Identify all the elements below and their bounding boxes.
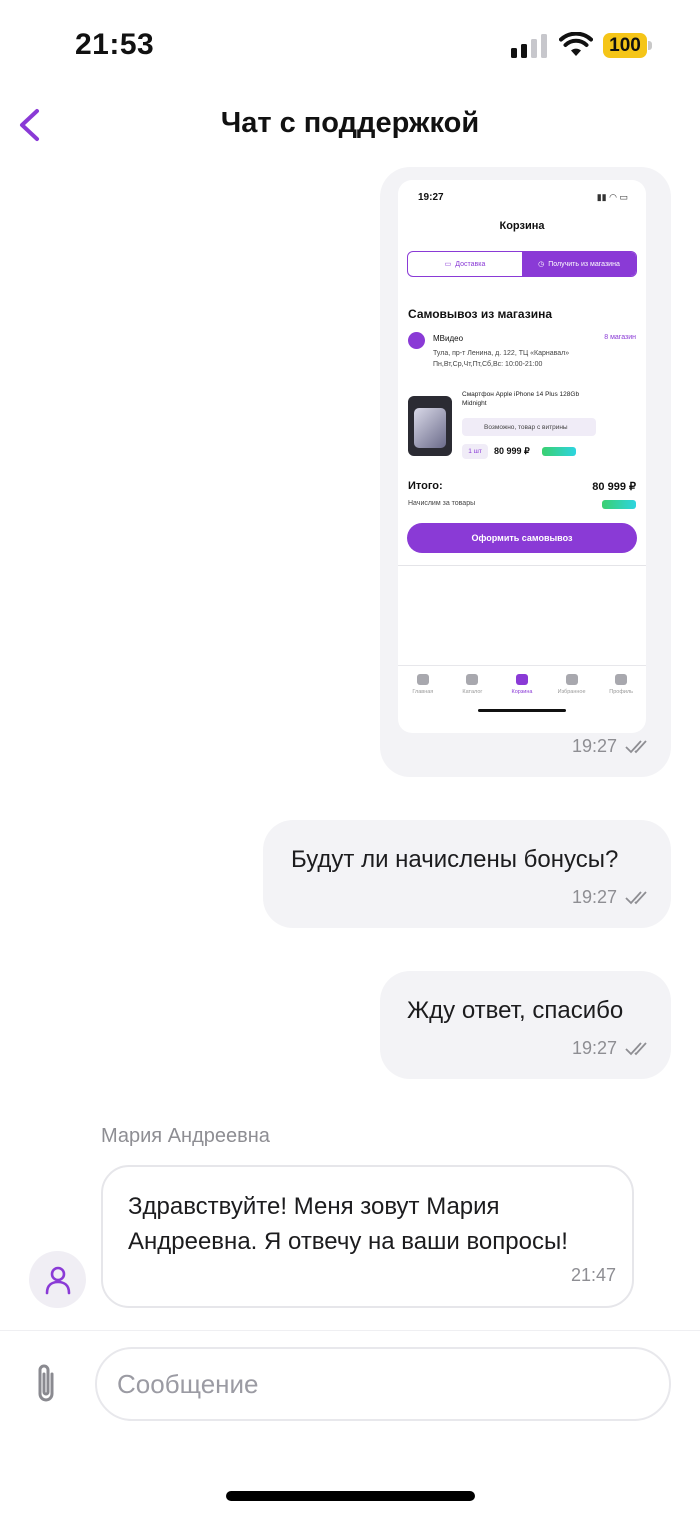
screenshot-tab-pickup: ◷ Получить из магазина (522, 252, 636, 276)
battery-icon: 100 (603, 33, 653, 58)
home-icon (416, 674, 429, 685)
screenshot-total-label: Итого: (408, 480, 443, 492)
screenshot-store-name: МВидео (433, 334, 464, 343)
user-icon (45, 1266, 70, 1294)
attach-button[interactable] (28, 1360, 66, 1408)
screenshot-bonus-label: Начислим за товары (408, 500, 476, 507)
screenshot-nav-home: Главная (403, 674, 443, 715)
screenshot-store-count: 8 магазин (604, 334, 636, 341)
screenshot-product-note: Возможно, товар с витрины (462, 418, 596, 436)
screenshot-nav-profile: Профиль (601, 674, 641, 715)
chat-header: Чат с поддержкой (0, 95, 700, 155)
message-input[interactable] (95, 1347, 671, 1421)
user-icon (615, 674, 628, 685)
cart-icon (515, 674, 528, 685)
outgoing-image-message[interactable]: 19:27 ▮▮ ◠ ▭ Корзина ▭ Доставка ◷ Получи… (380, 167, 671, 777)
store-logo (408, 332, 425, 349)
bonus-badge (602, 500, 636, 509)
screenshot-product-name: Смартфон Apple iPhone 14 Plus 128Gb Midn… (462, 391, 580, 407)
product-image (408, 396, 452, 456)
truck-icon: ▭ (444, 261, 452, 268)
screenshot-total-value: 80 999 ₽ (592, 481, 636, 493)
message-meta: 19:27 (572, 736, 653, 757)
composer-divider (0, 1330, 700, 1331)
status-time: 21:53 (75, 28, 155, 61)
message-time: 21:47 (570, 1265, 616, 1285)
cellular-signal-icon (511, 34, 547, 58)
catalog-icon (466, 674, 479, 685)
sender-name: Мария Андреевна (101, 1125, 270, 1147)
message-meta: 21:47 (571, 1265, 616, 1286)
screenshot-tab-delivery: ▭ Доставка (444, 260, 486, 269)
message-time: 19:27 (571, 736, 617, 756)
paperclip-icon (38, 1364, 54, 1402)
screenshot-cta: Оформить самовывоз (407, 523, 637, 553)
attached-screenshot[interactable]: 19:27 ▮▮ ◠ ▭ Корзина ▭ Доставка ◷ Получи… (398, 180, 646, 733)
heart-icon (565, 674, 578, 685)
message-text: Жду ответ, спасибо (407, 997, 624, 1024)
screenshot-title: Корзина (499, 220, 545, 232)
screenshot-qty: 1 шт (462, 444, 488, 459)
status-bar: 21:53 100 (0, 0, 700, 95)
bonus-badge (542, 447, 576, 456)
double-check-icon (625, 1041, 647, 1055)
screenshot-heading: Самовывоз из магазина (408, 307, 552, 321)
wifi-icon (559, 32, 593, 56)
store-icon: ◷ (538, 261, 545, 268)
message-time: 19:27 (571, 887, 617, 907)
double-check-icon (625, 890, 647, 904)
screenshot-tabbar: Главная Каталог Корзина Избранное Профил… (398, 665, 646, 715)
screenshot-status-time: 19:27 (418, 192, 444, 203)
outgoing-message[interactable]: Будут ли начислены бонусы? 19:27 (263, 820, 671, 928)
page-title: Чат с поддержкой (220, 107, 480, 139)
screenshot-tabs: ▭ Доставка ◷ Получить из магазина (407, 251, 637, 277)
message-text: Будут ли начислены бонусы? (291, 846, 619, 873)
message-meta: 19:27 (572, 887, 653, 908)
screenshot-price: 80 999 ₽ (494, 446, 530, 456)
message-text: Здравствуйте! Меня зовут Мария Андреевна… (128, 1193, 568, 1255)
message-meta: 19:27 (572, 1038, 653, 1059)
incoming-message[interactable]: Здравствуйте! Меня зовут Мария Андреевна… (101, 1165, 634, 1308)
double-check-icon (625, 739, 647, 753)
message-time: 19:27 (571, 1038, 617, 1058)
home-indicator[interactable] (226, 1491, 475, 1501)
outgoing-message[interactable]: Жду ответ, спасибо 19:27 (380, 971, 671, 1079)
screenshot-status-icons: ▮▮ ◠ ▭ (596, 192, 628, 202)
screenshot-store-address: Тула, пр-т Ленина, д. 122, ТЦ «Карнавал»… (433, 350, 570, 368)
battery-level: 100 (603, 33, 647, 58)
avatar (29, 1251, 86, 1308)
